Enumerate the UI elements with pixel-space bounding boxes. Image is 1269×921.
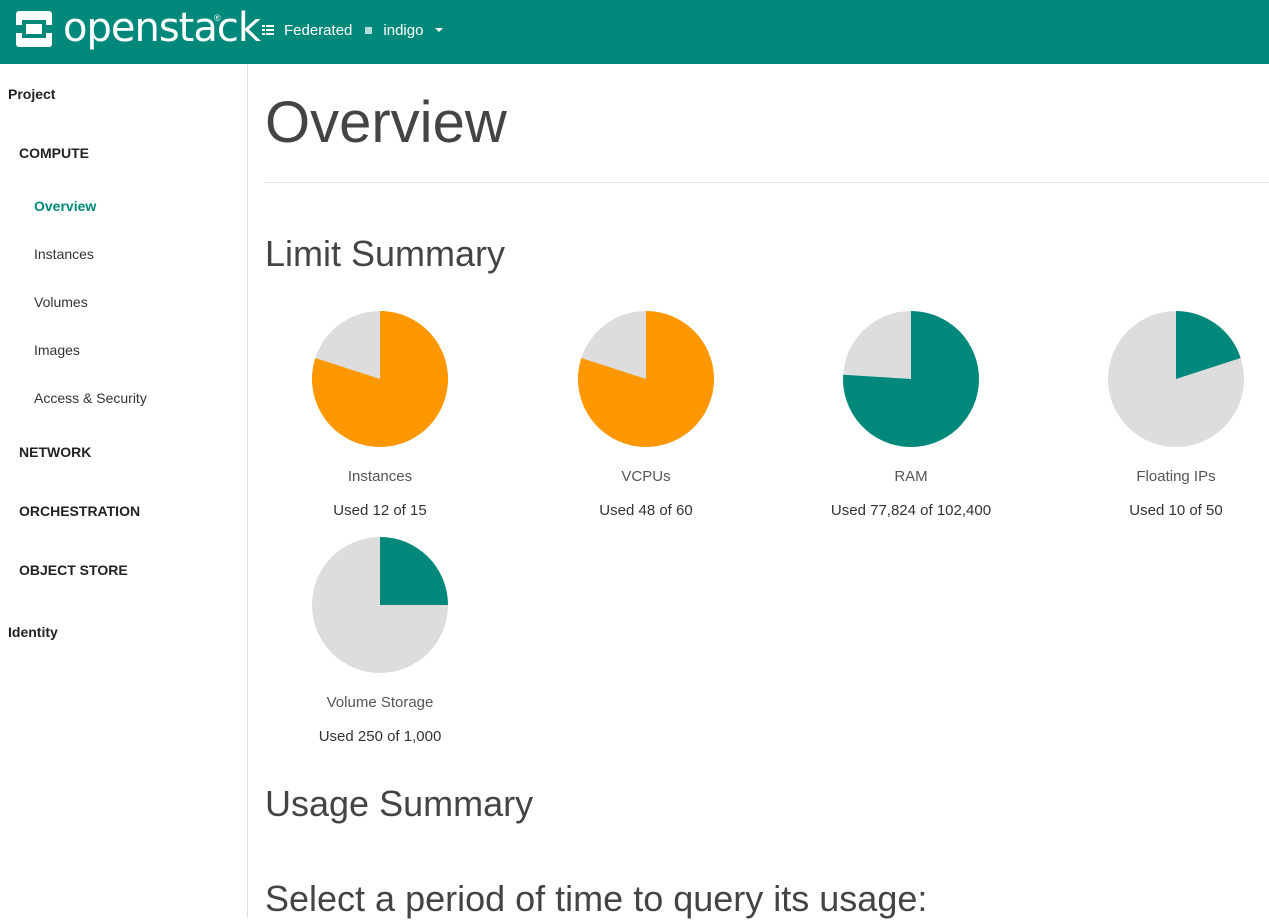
brand-name[interactable]: openstack — [63, 4, 261, 52]
project-switcher[interactable]: Federated indigo — [262, 20, 444, 40]
period-query-heading: Select a period of time to query its usa… — [265, 878, 928, 919]
limit-card-floating-ips: Floating IPs Used 10 of 50 — [1061, 310, 1269, 520]
volume-storage-pie-chart — [312, 537, 448, 673]
limit-card-volume-storage: Volume Storage Used 250 of 1,000 — [265, 536, 495, 746]
limit-used: Used 12 of 15 — [333, 502, 427, 519]
limit-label: Floating IPs — [1136, 468, 1216, 485]
limit-used: Used 250 of 1,000 — [318, 728, 442, 745]
limit-used: Used 10 of 50 — [1129, 502, 1223, 519]
sidebar-item-access-security[interactable]: Access & Security — [34, 390, 147, 406]
sidebar-item-overview[interactable]: Overview — [34, 198, 96, 214]
page-title: Overview — [265, 90, 507, 155]
sidebar-object-store[interactable]: OBJECT STORE — [19, 562, 128, 578]
openstack-logo-icon[interactable] — [16, 11, 52, 47]
title-divider — [265, 182, 1269, 183]
limit-card-vcpus: VCPUs Used 48 of 60 — [531, 310, 761, 520]
sidebar-compute[interactable]: COMPUTE — [19, 145, 89, 161]
limit-card-ram: RAM Used 77,824 of 102,400 — [796, 310, 1026, 520]
limit-label: VCPUs — [621, 468, 671, 485]
limit-label: Instances — [347, 468, 413, 485]
caret-down-icon — [435, 28, 444, 32]
project-square-icon — [365, 26, 373, 34]
limit-label: RAM — [894, 468, 928, 485]
limit-label: Volume Storage — [326, 694, 434, 711]
sidebar-item-images[interactable]: Images — [34, 342, 80, 358]
sidebar-item-instances[interactable]: Instances — [34, 246, 94, 262]
domain-name: Federated — [284, 21, 353, 39]
project-name: indigo — [383, 21, 424, 39]
limit-used: Used 48 of 60 — [599, 502, 693, 519]
main-content: Overview Limit Summary Instances Used 12… — [265, 64, 1269, 919]
top-navbar: openstack ® Federated indigo — [0, 0, 1269, 64]
floating-ips-pie-chart — [1108, 311, 1244, 447]
limit-used: Used 77,824 of 102,400 — [830, 502, 992, 519]
sidebar-project[interactable]: Project — [8, 86, 55, 102]
sidebar: Project COMPUTE Overview Instances Volum… — [0, 64, 248, 918]
list-icon — [262, 25, 274, 35]
usage-summary-heading: Usage Summary — [265, 783, 534, 824]
registered-mark: ® — [214, 13, 221, 23]
vcpus-pie-chart — [578, 311, 715, 447]
sidebar-network[interactable]: NETWORK — [19, 444, 91, 460]
sidebar-identity[interactable]: Identity — [8, 624, 58, 640]
limit-card-instances: Instances Used 12 of 15 — [265, 310, 495, 520]
sidebar-orchestration[interactable]: ORCHESTRATION — [19, 503, 140, 519]
sidebar-item-volumes[interactable]: Volumes — [34, 294, 88, 310]
limit-summary-heading: Limit Summary — [265, 233, 506, 274]
instances-pie-chart — [312, 311, 449, 447]
ram-pie-chart — [842, 311, 979, 447]
pie-used-slice — [380, 537, 448, 605]
